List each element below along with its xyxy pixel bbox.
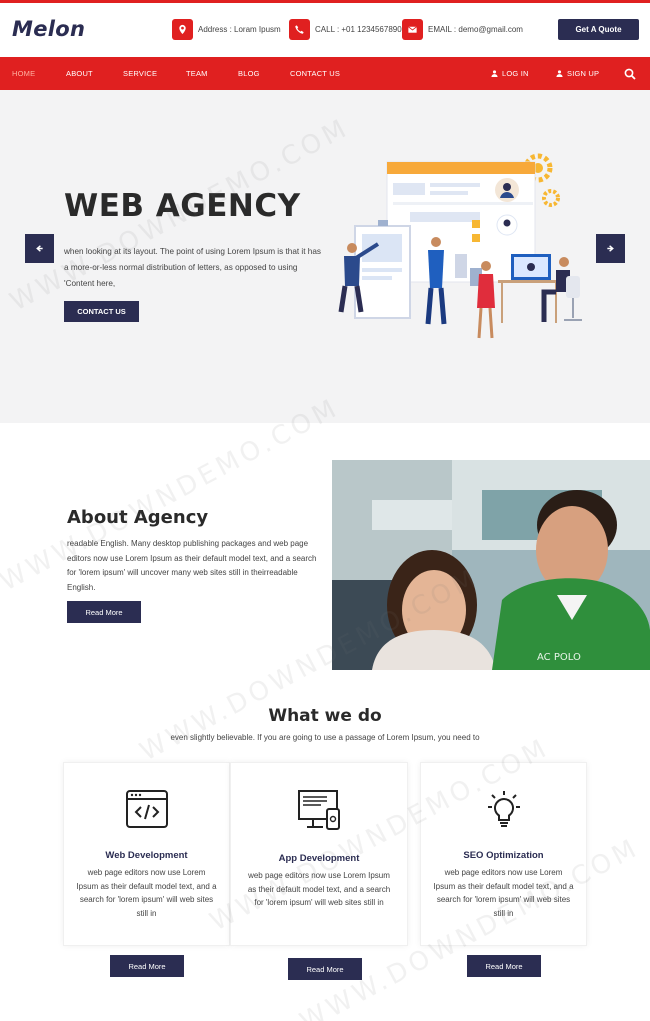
slider-next-button[interactable] bbox=[596, 234, 625, 263]
main-nav: HOME ABOUT SERVICE TEAM BLOG CONTACT US … bbox=[0, 57, 650, 90]
lightbulb-icon bbox=[487, 791, 520, 827]
user-icon bbox=[491, 70, 498, 77]
monitor-device-icon bbox=[298, 790, 340, 830]
phone-icon bbox=[289, 18, 310, 40]
signup-link[interactable]: SIGN UP bbox=[556, 57, 599, 90]
login-label: LOG IN bbox=[502, 69, 529, 78]
service-card-text: web page editors now use Lorem Ipsum as … bbox=[247, 871, 391, 908]
envelope-icon bbox=[402, 18, 423, 40]
site-logo[interactable]: Melon bbox=[12, 17, 85, 41]
about-read-more-button[interactable]: Read More bbox=[67, 601, 141, 623]
app-development-read-more-button[interactable]: Read More bbox=[288, 958, 362, 980]
location-pin-icon bbox=[172, 18, 193, 40]
hero-title: WEB AGENCY bbox=[64, 188, 301, 224]
arrow-right-icon bbox=[607, 245, 614, 252]
nav-item-home[interactable]: HOME bbox=[12, 57, 35, 90]
service-card-app-development: App Development web page editors now use… bbox=[230, 762, 408, 946]
service-card-web-development: Web Development web page editors now use… bbox=[63, 762, 230, 946]
address-info: Address : Loram Ipusm bbox=[172, 18, 281, 40]
header: Melon Address : Loram Ipusm CALL : +01 1… bbox=[0, 3, 650, 57]
seo-optimization-read-more-button[interactable]: Read More bbox=[467, 955, 541, 977]
service-card-text: web page editors now use Lorem Ipsum as … bbox=[76, 868, 217, 919]
nav-item-team[interactable]: TEAM bbox=[186, 57, 208, 90]
arrow-left-icon bbox=[36, 245, 43, 252]
services-subtitle: even slightly believable. If you are goi… bbox=[170, 733, 480, 742]
nav-item-about[interactable]: ABOUT bbox=[66, 57, 93, 90]
service-card-text: web page editors now use Lorem Ipsum as … bbox=[433, 868, 574, 919]
service-card-title: App Development bbox=[278, 853, 360, 864]
get-a-quote-button[interactable]: Get A Quote bbox=[558, 19, 639, 40]
about-team-photo: AC POLO bbox=[332, 460, 650, 670]
user-icon bbox=[556, 70, 563, 77]
nav-item-blog[interactable]: BLOG bbox=[238, 57, 260, 90]
service-card-title: Web Development bbox=[105, 850, 188, 861]
nav-item-service[interactable]: SERVICE bbox=[123, 57, 157, 90]
email-text[interactable]: EMAIL : demo@gmail.com bbox=[428, 25, 523, 34]
service-card-title: SEO Optimization bbox=[463, 850, 544, 861]
hero-text: when looking at its layout. The point of… bbox=[64, 247, 321, 288]
signup-label: SIGN UP bbox=[567, 69, 600, 78]
search-icon[interactable] bbox=[624, 68, 636, 80]
address-text: Address : Loram Ipusm bbox=[198, 24, 281, 34]
svg-text:AC POLO: AC POLO bbox=[537, 652, 581, 663]
web-development-read-more-button[interactable]: Read More bbox=[110, 955, 184, 977]
call-info: CALL : +01 1234567890 bbox=[289, 18, 402, 40]
contact-us-button[interactable]: CONTACT US bbox=[64, 301, 139, 322]
team-illustration bbox=[338, 153, 582, 339]
nav-item-contact-us[interactable]: CONTACT US bbox=[290, 57, 340, 90]
about-text: readable English. Many desktop publishin… bbox=[67, 539, 317, 593]
login-link[interactable]: LOG IN bbox=[491, 57, 529, 90]
service-card-seo-optimization: SEO Optimization web page editors now us… bbox=[420, 762, 587, 946]
services-title: What we do bbox=[268, 706, 382, 726]
code-window-icon bbox=[125, 790, 168, 828]
slider-prev-button[interactable] bbox=[25, 234, 54, 263]
email-info: EMAIL : demo@gmail.com bbox=[402, 18, 523, 40]
call-text[interactable]: CALL : +01 1234567890 bbox=[315, 25, 402, 34]
hero-section: WEB AGENCY when looking at its layout. T… bbox=[0, 90, 650, 423]
about-title: About Agency bbox=[67, 507, 209, 528]
